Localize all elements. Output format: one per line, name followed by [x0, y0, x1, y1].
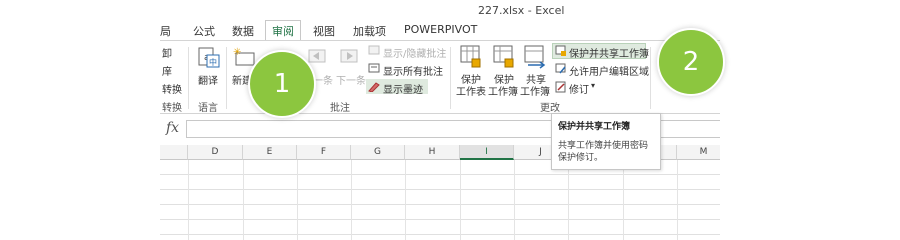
tab-powerpivot[interactable]: POWERPIVOT — [404, 23, 477, 36]
grid-line — [677, 160, 678, 240]
tab-formulas[interactable]: 公式 — [193, 23, 215, 39]
column-header[interactable]: E — [243, 145, 297, 160]
show-hide-comment-icon — [368, 45, 380, 55]
share-workbook-icon — [524, 45, 546, 69]
svg-text:✳: ✳ — [233, 47, 241, 58]
grid-row[interactable] — [160, 175, 720, 190]
protect-sheet-icon — [460, 45, 481, 68]
ribbon-tabs: 局 公式 数据 审阅 视图 加载项 POWERPIVOT — [160, 20, 720, 40]
tab-addins[interactable]: 加载项 — [353, 23, 386, 39]
tooltip-title: 保护并共享工作簿 — [558, 122, 631, 132]
partial-label-3: 转换 — [162, 85, 182, 96]
tab-view[interactable]: 视图 — [313, 23, 335, 39]
show-all-comments-icon — [368, 63, 380, 73]
comments-group-label: 批注 — [330, 103, 350, 114]
column-header[interactable]: G — [351, 145, 405, 160]
changes-group-label: 更改 — [540, 103, 560, 114]
svg-text:中: 中 — [209, 57, 217, 67]
column-header[interactable]: M — [677, 145, 720, 160]
ribbon: 卸 庠 转换 转换 a 中 翻译 语言 ✳ 新建 一条 下一条 — [160, 40, 720, 114]
protect-share-icon — [555, 45, 566, 56]
protect-workbook-line2[interactable]: 工作簿 — [488, 83, 518, 98]
group-divider — [226, 47, 227, 109]
tab-partial[interactable]: 局 — [160, 23, 171, 39]
allow-edit-ranges-icon — [555, 63, 566, 74]
group-divider — [188, 47, 189, 109]
track-changes-icon — [555, 81, 566, 93]
previous-comment-button[interactable]: 一条 — [313, 72, 333, 87]
window-title: 227.xlsx - Excel — [478, 4, 565, 17]
tooltip-desc-line2: 保护修订。 — [558, 153, 604, 163]
callout-badge-2: 2 — [657, 28, 725, 96]
tab-data[interactable]: 数据 — [232, 23, 254, 39]
translate-button[interactable]: 翻译 — [198, 72, 218, 87]
grid-line — [188, 160, 189, 240]
protect-share-tooltip: 保护并共享工作簿 共享工作簿并使用密码 保护修订。 — [551, 113, 661, 170]
grid-row[interactable] — [160, 190, 720, 205]
track-changes-button[interactable]: 修订 — [569, 81, 589, 96]
protect-share-button[interactable]: 保护并共享工作簿 — [569, 45, 649, 60]
show-ink-icon — [368, 82, 380, 92]
group-divider — [650, 47, 651, 109]
grid-line — [405, 160, 406, 240]
tooltip-desc-line1: 共享工作簿并使用密码 — [558, 141, 649, 151]
grid-line — [623, 160, 624, 240]
fx-icon[interactable]: fx — [166, 120, 179, 136]
grid-row[interactable] — [160, 205, 720, 220]
grid-line — [460, 160, 461, 240]
partial-label-1: 卸 — [162, 49, 172, 60]
partial-label-2: 庠 — [162, 67, 172, 78]
corner-header[interactable] — [160, 145, 188, 160]
column-header-selected[interactable]: I — [460, 145, 514, 160]
show-all-comments-button[interactable]: 显示所有批注 — [383, 63, 443, 78]
column-header[interactable]: H — [405, 145, 460, 160]
show-hide-comment-button[interactable]: 显示/隐藏批注 — [383, 45, 446, 60]
partial-group-label: 转换 — [162, 103, 182, 114]
next-comment-button[interactable]: 下一条 — [336, 72, 366, 87]
callout-badge-1: 1 — [248, 50, 316, 118]
translate-icon: a 中 — [198, 47, 220, 68]
grid-row[interactable] — [160, 220, 720, 235]
show-ink-button[interactable]: 显示墨迹 — [383, 81, 423, 96]
share-workbook-line2[interactable]: 工作簿 — [520, 83, 550, 98]
protect-sheet-line2[interactable]: 工作表 — [456, 83, 486, 98]
language-group-label: 语言 — [198, 103, 218, 114]
title-bar: 227.xlsx - Excel — [160, 0, 720, 22]
column-header[interactable]: F — [297, 145, 351, 160]
grid-line — [351, 160, 352, 240]
grid-line — [297, 160, 298, 240]
next-comment-icon — [340, 49, 358, 63]
grid-line — [243, 160, 244, 240]
tab-review[interactable]: 审阅 — [265, 20, 301, 40]
chevron-down-icon[interactable]: ▾ — [591, 81, 595, 90]
grid-line — [568, 160, 569, 240]
group-divider — [450, 47, 451, 109]
column-header[interactable]: D — [188, 145, 243, 160]
allow-edit-ranges-button[interactable]: 允许用户编辑区域 — [569, 63, 649, 78]
grid-line — [514, 160, 515, 240]
protect-workbook-icon — [493, 45, 514, 68]
